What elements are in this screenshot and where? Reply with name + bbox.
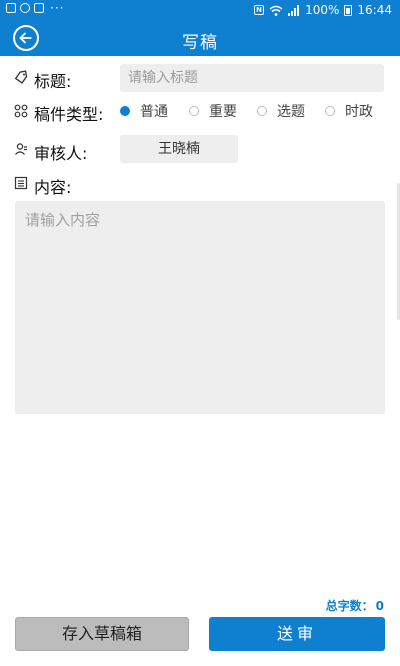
status-bar: ··· N 100% 16:44 xyxy=(0,0,400,20)
word-count-value: 0 xyxy=(375,599,384,613)
radio-checked-icon xyxy=(120,106,130,116)
notification-icon xyxy=(20,3,30,13)
nfc-icon: N xyxy=(254,5,265,15)
battery-icon xyxy=(344,4,353,16)
save-draft-button[interactable]: 存入草稿箱 xyxy=(15,617,189,651)
status-left: ··· xyxy=(6,1,65,15)
tag-icon xyxy=(14,70,28,84)
type-option-label: 重要 xyxy=(209,104,237,120)
type-label: 稿件类型: xyxy=(34,105,104,124)
battery-percent: 100% xyxy=(305,3,340,17)
signal-icon xyxy=(288,4,300,16)
reviewer-select[interactable]: 王晓楠 xyxy=(120,135,238,163)
type-option-label: 普通 xyxy=(140,104,168,120)
type-option-politics[interactable]: 时政 xyxy=(325,101,373,121)
title-input[interactable] xyxy=(120,64,384,92)
type-radio-group: 普通 重要 选题 时政 xyxy=(120,101,390,121)
type-option-topic[interactable]: 选题 xyxy=(257,101,305,121)
reviewer-label: 审核人: xyxy=(34,144,88,163)
document-icon xyxy=(14,176,28,190)
radio-unchecked-icon xyxy=(257,106,267,116)
status-right: N 100% 16:44 xyxy=(254,3,392,17)
word-count-label: 总字数： xyxy=(325,599,374,613)
title-label: 标题: xyxy=(34,72,72,91)
wifi-icon xyxy=(269,5,283,16)
clock: 16:44 xyxy=(357,3,392,17)
grid-icon xyxy=(14,104,28,118)
type-option-important[interactable]: 重要 xyxy=(189,101,237,121)
content-textarea[interactable] xyxy=(15,201,385,414)
word-count: 总字数： 0 xyxy=(324,597,384,614)
radio-unchecked-icon xyxy=(189,106,199,116)
submit-review-button[interactable]: 送审 xyxy=(209,617,385,651)
gallery-icon xyxy=(6,3,16,13)
type-option-label: 选题 xyxy=(277,104,305,120)
content-label: 内容: xyxy=(34,178,72,197)
app-icon xyxy=(34,3,44,13)
more-notifications: ··· xyxy=(50,1,65,15)
title-bar: 写稿 xyxy=(0,20,400,56)
radio-unchecked-icon xyxy=(325,106,335,116)
type-option-label: 时政 xyxy=(345,104,373,120)
type-option-normal[interactable]: 普通 xyxy=(120,101,168,121)
page-title: 写稿 xyxy=(182,33,218,53)
person-icon xyxy=(15,143,27,155)
